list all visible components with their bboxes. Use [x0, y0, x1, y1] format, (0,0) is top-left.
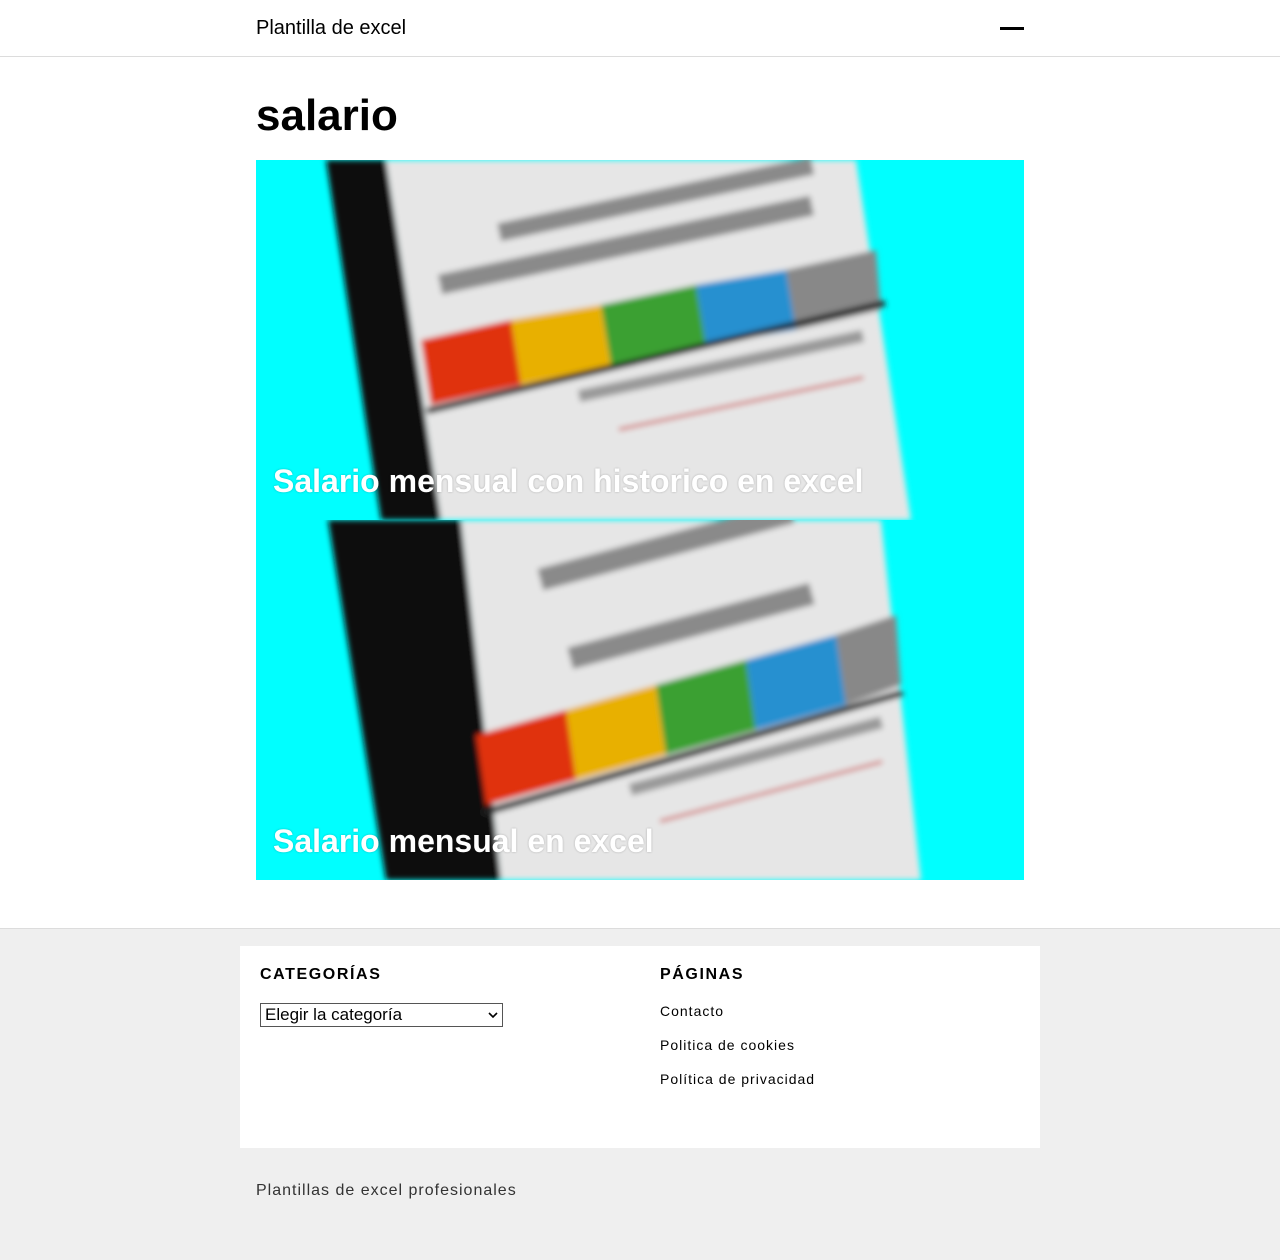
- footer-widgets: CATEGORÍAS Elegir la categoría PÁGINAS C…: [240, 946, 1040, 1148]
- category-select[interactable]: Elegir la categoría: [260, 1003, 503, 1027]
- site-info: Plantillas de excel profesionales: [256, 1182, 517, 1199]
- page-link-contacto[interactable]: Contacto: [660, 1003, 724, 1019]
- page-title: salario: [256, 91, 398, 140]
- site-title-link[interactable]: Plantilla de excel: [256, 17, 406, 40]
- post-card[interactable]: Salario mensual con historico en excel: [256, 160, 1024, 520]
- pages-widget-title: PÁGINAS: [660, 966, 745, 983]
- post-card[interactable]: Salario mensual en excel: [256, 520, 1024, 880]
- category-select-value: Elegir la categoría: [265, 1005, 403, 1024]
- chevron-down-icon: [488, 1011, 498, 1018]
- site-header: Plantilla de excel: [0, 0, 1280, 57]
- page-link-privacidad[interactable]: Política de privacidad: [660, 1071, 815, 1087]
- post-title[interactable]: Salario mensual con historico en excel: [273, 463, 863, 500]
- site-footer: CATEGORÍAS Elegir la categoría PÁGINAS C…: [0, 928, 1280, 1260]
- page-link-cookies[interactable]: Politica de cookies: [660, 1037, 795, 1053]
- categories-widget-title: CATEGORÍAS: [260, 966, 382, 983]
- post-title[interactable]: Salario mensual en excel: [273, 823, 654, 860]
- menu-toggle-icon[interactable]: [1000, 27, 1024, 30]
